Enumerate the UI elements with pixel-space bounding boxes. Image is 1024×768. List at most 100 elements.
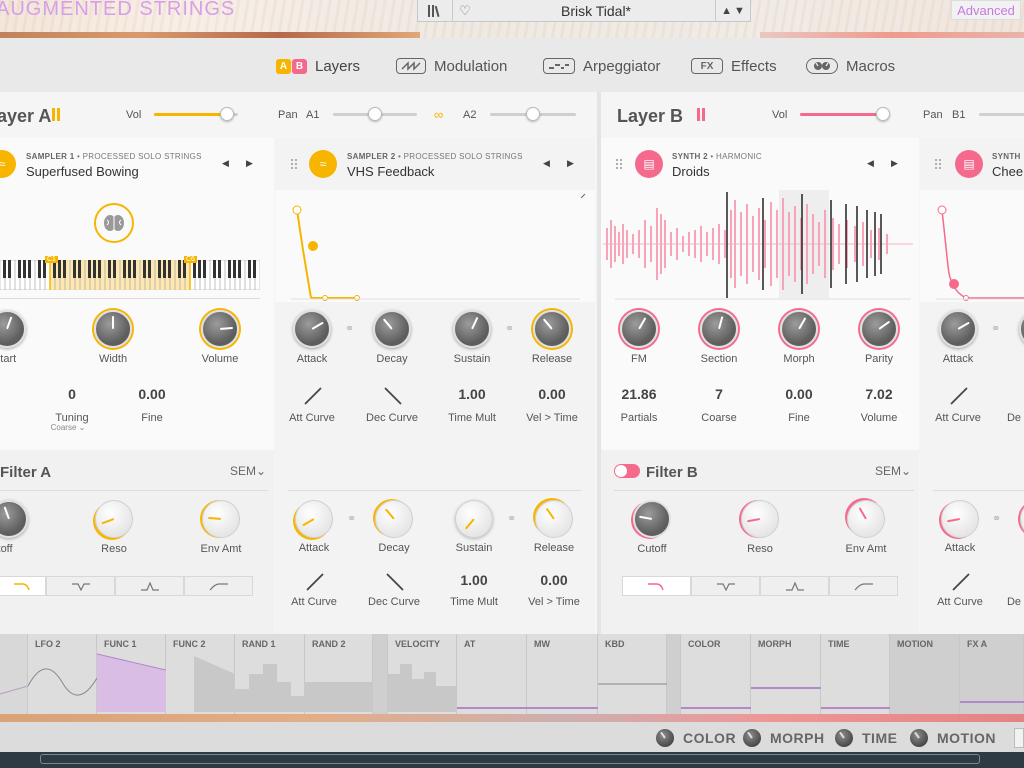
- link-chain-icon[interactable]: ⚭: [505, 322, 514, 335]
- prev-arrow-icon[interactable]: ◀: [543, 158, 550, 169]
- cutoff-knob[interactable]: [0, 500, 28, 538]
- link-chain-icon[interactable]: ⚭: [507, 512, 516, 525]
- cutoff-knob[interactable]: [633, 500, 671, 538]
- mod-source-lfo2[interactable]: LFO 2: [27, 634, 98, 714]
- next-arrow-icon[interactable]: ▶: [891, 158, 898, 169]
- layer-a-vol-slider[interactable]: [154, 107, 238, 121]
- advanced-button[interactable]: Advanced: [951, 0, 1021, 20]
- color-macro-knob[interactable]: [656, 729, 674, 747]
- decay-knob[interactable]: [373, 310, 411, 348]
- link-chain-icon[interactable]: ⚭: [347, 512, 356, 525]
- filter-attack-knob[interactable]: [941, 500, 979, 538]
- env-amt-knob[interactable]: [202, 500, 240, 538]
- attack-curve-icon[interactable]: [949, 386, 969, 406]
- partials-value[interactable]: 21.86: [599, 386, 679, 402]
- sample-start-knob[interactable]: [0, 310, 26, 348]
- section-knob[interactable]: [700, 310, 738, 348]
- tab-effects[interactable]: FX Effects: [691, 57, 777, 75]
- motion-macro-knob[interactable]: [910, 729, 928, 747]
- highpass-icon[interactable]: [829, 576, 898, 596]
- mod-source-motion[interactable]: MOTION: [890, 634, 960, 714]
- mod-source-partial[interactable]: [0, 634, 29, 714]
- tab-layers[interactable]: A B Layers: [276, 57, 360, 75]
- tuning-value[interactable]: 0: [32, 386, 112, 402]
- volume-value[interactable]: 7.02: [839, 386, 919, 402]
- filter-decay-knob[interactable]: [1020, 500, 1024, 538]
- mod-source-fxa[interactable]: FX A: [960, 634, 1024, 714]
- mod-source-morph[interactable]: MORPH: [751, 634, 821, 714]
- tuning-sub-label[interactable]: Coarse ⌄: [28, 423, 108, 432]
- filter-decay-knob[interactable]: [375, 500, 413, 538]
- harmonic-waveform[interactable]: [601, 190, 919, 302]
- lowpass-icon[interactable]: [0, 576, 46, 596]
- preset-prev-icon[interactable]: ▲: [721, 5, 732, 17]
- reso-knob[interactable]: [95, 500, 133, 538]
- b1-pan-slider[interactable]: [979, 113, 1024, 116]
- envelope-graph[interactable]: [920, 190, 1024, 302]
- a2-pan-slider[interactable]: [490, 107, 576, 121]
- next-arrow-icon[interactable]: ▶: [246, 158, 253, 169]
- range-low-marker[interactable]: C1: [45, 256, 58, 263]
- filter-type-dropdown[interactable]: SEM⌄: [875, 464, 911, 478]
- preset-browser-bar[interactable]: ♡ Brisk Tidal* ▲ ▼: [417, 0, 751, 22]
- mod-source-rand2[interactable]: RAND 2: [305, 634, 373, 714]
- mod-source-aftertouch[interactable]: AT: [457, 634, 527, 714]
- sustain-knob[interactable]: [453, 310, 491, 348]
- synth-name[interactable]: Chee: [992, 164, 1023, 179]
- tab-macros[interactable]: Macros: [806, 57, 895, 75]
- lowpass-icon[interactable]: [622, 576, 691, 596]
- library-icon[interactable]: [418, 0, 453, 22]
- volume-knob[interactable]: [201, 310, 239, 348]
- link-chain-icon[interactable]: ⚭: [992, 512, 1001, 525]
- drag-handle-icon[interactable]: [934, 158, 942, 170]
- preset-next-icon[interactable]: ▼: [734, 5, 745, 17]
- slider-thumb[interactable]: [526, 107, 540, 121]
- time-macro-knob[interactable]: [835, 729, 853, 747]
- attack-knob[interactable]: [939, 310, 977, 348]
- bandpass-icon[interactable]: [760, 576, 829, 596]
- link-chain-icon[interactable]: ⚭: [345, 322, 354, 335]
- reso-knob[interactable]: [741, 500, 779, 538]
- release-knob[interactable]: [533, 310, 571, 348]
- filter-sustain-knob[interactable]: [455, 500, 493, 538]
- filter-attack-knob[interactable]: [295, 500, 333, 538]
- attack-curve-icon[interactable]: [951, 572, 971, 592]
- drag-handle-icon[interactable]: [290, 158, 298, 170]
- preset-name[interactable]: Brisk Tidal*: [477, 3, 715, 19]
- preset-nav-arrows[interactable]: ▲ ▼: [715, 0, 750, 22]
- attack-knob[interactable]: [293, 310, 331, 348]
- bandpass-icon[interactable]: [115, 576, 184, 596]
- link-icon[interactable]: ∞: [434, 107, 443, 122]
- range-high-marker[interactable]: C6: [184, 256, 197, 263]
- coarse-value[interactable]: 7: [679, 386, 759, 402]
- decay-knob[interactable]: [1019, 310, 1024, 348]
- attack-curve-icon[interactable]: [305, 572, 325, 592]
- heart-icon[interactable]: ♡: [453, 0, 477, 22]
- highpass-icon[interactable]: [184, 576, 253, 596]
- mod-source-keyboard[interactable]: KBD: [598, 634, 667, 714]
- vel-time-value[interactable]: 0.00: [512, 386, 592, 402]
- drag-handle-icon[interactable]: [615, 158, 623, 170]
- filter-type-dropdown[interactable]: SEM⌄: [230, 464, 266, 478]
- time-mult-value[interactable]: 1.00: [432, 386, 512, 402]
- mod-source-modwheel[interactable]: MW: [527, 634, 598, 714]
- keyboard-range[interactable]: C1 C6: [0, 256, 261, 291]
- vel-time-value[interactable]: 0.00: [514, 572, 594, 588]
- footer-edge-button[interactable]: [1014, 728, 1024, 748]
- filter-shape-selector[interactable]: [622, 576, 898, 596]
- synth-name[interactable]: Droids: [672, 164, 710, 179]
- sampler-name[interactable]: VHS Feedback: [347, 164, 434, 179]
- slider-thumb[interactable]: [220, 107, 234, 121]
- notch-icon[interactable]: [691, 576, 760, 596]
- slider-thumb[interactable]: [368, 107, 382, 121]
- width-knob[interactable]: [94, 310, 132, 348]
- a1-pan-slider[interactable]: [333, 107, 417, 121]
- time-mult-value[interactable]: 1.00: [434, 572, 514, 588]
- brain-icon[interactable]: [94, 203, 134, 243]
- decay-curve-icon[interactable]: [383, 386, 403, 406]
- mod-source-func1[interactable]: FUNC 1: [96, 634, 167, 714]
- fine-value[interactable]: 0.00: [759, 386, 839, 402]
- link-chain-icon[interactable]: ⚭: [991, 322, 1000, 335]
- morph-knob[interactable]: [780, 310, 818, 348]
- tab-modulation[interactable]: Modulation: [396, 57, 507, 75]
